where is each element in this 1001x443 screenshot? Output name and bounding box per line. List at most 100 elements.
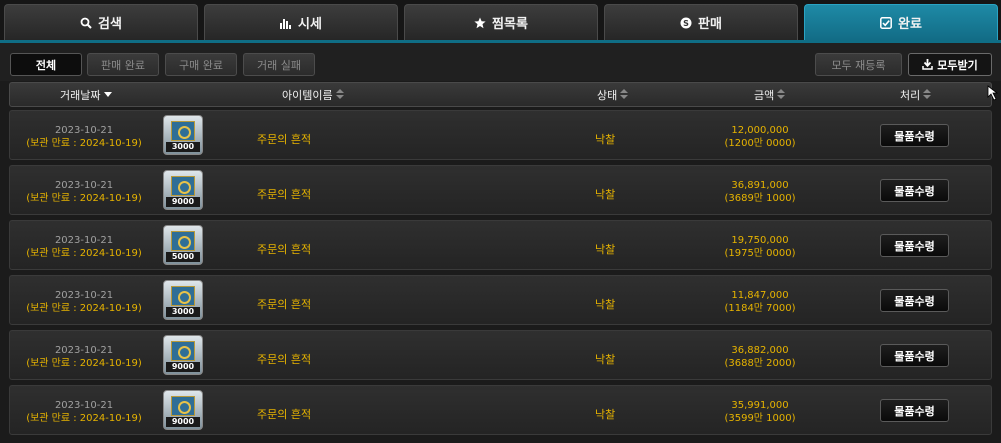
tab-price-label: 시세: [298, 17, 322, 32]
price-cell: 19,750,000 (1975만 0000): [700, 234, 820, 260]
svg-text:S: S: [683, 19, 689, 28]
trade-date: 2023-10-21: [54, 345, 114, 356]
price-korean: (1184만 7000): [724, 303, 796, 314]
receive-item-button[interactable]: 물품수령: [880, 179, 949, 202]
trade-status: 낙찰: [595, 408, 616, 421]
relist-all-button[interactable]: 모두 재등록: [815, 53, 902, 76]
tab-wishlist[interactable]: 찜목록: [404, 4, 598, 40]
tab-sell-label: 판매: [698, 17, 722, 32]
column-action[interactable]: 처리: [900, 83, 932, 106]
table-row: 2023-10-21 (보관 만료 : 2024-10-19) 3000 주문의 …: [9, 275, 992, 325]
sort-icon: [620, 89, 629, 100]
item-name: 주문의 흔적: [257, 133, 312, 146]
receive-item-button[interactable]: 물품수령: [880, 399, 949, 422]
price: 12,000,000: [731, 125, 789, 136]
column-action-label: 처리: [900, 88, 921, 102]
item-name: 주문의 흔적: [257, 298, 312, 311]
filter-trade-fail-button[interactable]: 거래 실패: [243, 53, 315, 76]
trade-status: 낙찰: [595, 188, 616, 201]
price: 36,882,000: [731, 345, 789, 356]
item-scroll-icon[interactable]: 9000: [163, 170, 203, 210]
price-cell: 35,991,000 (3599만 1000): [700, 399, 820, 425]
trade-date-cell: 2023-10-21 (보관 만료 : 2024-10-19): [10, 179, 158, 205]
price: 11,847,000: [731, 290, 789, 301]
receive-item-button[interactable]: 물품수령: [880, 234, 949, 257]
column-amount-label: 금액: [754, 88, 775, 102]
trade-date: 2023-10-21: [54, 400, 114, 411]
column-item[interactable]: 아이템이름: [282, 83, 344, 106]
filter-buy-done-button[interactable]: 구매 완료: [165, 53, 237, 76]
sort-icon: [777, 89, 786, 100]
column-amount[interactable]: 금액: [754, 83, 786, 106]
trade-date: 2023-10-21: [54, 125, 114, 136]
filter-sale-done-button[interactable]: 판매 완료: [87, 53, 159, 76]
trade-status: 낙찰: [595, 133, 616, 146]
item-count: 9000: [166, 417, 200, 427]
column-date-label: 거래날짜: [60, 88, 101, 102]
filter-bar: 전체 판매 완료 구매 완료 거래 실패 모두 재등록 모두받기: [0, 43, 1001, 81]
tab-price[interactable]: 시세: [204, 4, 398, 40]
column-status-label: 상태: [597, 88, 618, 102]
column-item-label: 아이템이름: [282, 88, 333, 102]
filter-all-button[interactable]: 전체: [10, 53, 82, 76]
price-cell: 12,000,000 (1200만 0000): [700, 124, 820, 150]
price-korean: (1975만 0000): [724, 248, 796, 259]
tab-completed[interactable]: 완료: [804, 4, 998, 40]
sort-icon: [335, 89, 344, 100]
trade-status: 낙찰: [595, 353, 616, 366]
table-row: 2023-10-21 (보관 만료 : 2024-10-19) 9000 주문의 …: [9, 385, 992, 435]
tab-search-label: 검색: [98, 17, 122, 32]
sort-desc-icon: [104, 92, 113, 97]
table-row: 2023-10-21 (보관 만료 : 2024-10-19) 9000 주문의 …: [9, 330, 992, 380]
star-icon: [474, 17, 486, 28]
storage-expiry: (보관 만료 : 2024-10-19): [26, 138, 142, 149]
tab-wishlist-label: 찜목록: [492, 17, 528, 32]
checkbox-icon: [880, 16, 892, 29]
table-row: 2023-10-21 (보관 만료 : 2024-10-19) 5000 주문의 …: [9, 220, 992, 270]
trade-date-cell: 2023-10-21 (보관 만료 : 2024-10-19): [10, 234, 158, 260]
sort-icon: [923, 89, 932, 100]
trade-date: 2023-10-21: [54, 290, 114, 301]
table-row: 2023-10-21 (보관 만료 : 2024-10-19) 3000 주문의 …: [9, 110, 992, 160]
receive-item-button[interactable]: 물품수령: [880, 124, 949, 147]
tab-sell[interactable]: S 판매: [604, 4, 798, 40]
price: 35,991,000: [731, 400, 789, 411]
trade-status: 낙찰: [595, 298, 616, 311]
item-count: 3000: [166, 307, 200, 317]
item-scroll-icon[interactable]: 5000: [163, 225, 203, 265]
item-name: 주문의 흔적: [257, 408, 312, 421]
receive-all-label: 모두받기: [937, 58, 978, 72]
price-korean: (3599만 1000): [724, 413, 796, 424]
tab-search[interactable]: 검색: [4, 4, 198, 40]
item-scroll-icon[interactable]: 3000: [163, 280, 203, 320]
receive-item-button[interactable]: 물품수령: [880, 289, 949, 312]
receive-all-button[interactable]: 모두받기: [908, 53, 992, 76]
item-scroll-icon[interactable]: 9000: [163, 390, 203, 430]
storage-expiry: (보관 만료 : 2024-10-19): [26, 358, 142, 369]
trade-date: 2023-10-21: [54, 180, 114, 191]
price-cell: 11,847,000 (1184만 7000): [700, 289, 820, 315]
storage-expiry: (보관 만료 : 2024-10-19): [26, 193, 142, 204]
table-row: 2023-10-21 (보관 만료 : 2024-10-19) 9000 주문의 …: [9, 165, 992, 215]
receive-item-button[interactable]: 물품수령: [880, 344, 949, 367]
table-header: 거래날짜 아이템이름 상태 금액 처리: [9, 82, 992, 107]
price-cell: 36,891,000 (3689만 1000): [700, 179, 820, 205]
price-korean: (1200만 0000): [724, 138, 796, 149]
item-count: 3000: [166, 142, 200, 152]
column-date[interactable]: 거래날짜: [60, 83, 113, 106]
tab-bar: 검색 시세 찜목록 S 판매 완료: [0, 0, 1001, 41]
trade-date-cell: 2023-10-21 (보관 만료 : 2024-10-19): [10, 289, 158, 315]
item-scroll-icon[interactable]: 3000: [163, 115, 203, 155]
tab-completed-label: 완료: [898, 17, 922, 32]
price-korean: (3689만 1000): [724, 193, 796, 204]
trade-date-cell: 2023-10-21 (보관 만료 : 2024-10-19): [10, 344, 158, 370]
trade-date: 2023-10-21: [54, 235, 114, 246]
price: 19,750,000: [731, 235, 789, 246]
storage-expiry: (보관 만료 : 2024-10-19): [26, 413, 142, 424]
item-name: 주문의 흔적: [257, 188, 312, 201]
item-count: 5000: [166, 252, 200, 262]
item-scroll-icon[interactable]: 9000: [163, 335, 203, 375]
trade-status: 낙찰: [595, 243, 616, 256]
price-cell: 36,882,000 (3688만 2000): [700, 344, 820, 370]
column-status[interactable]: 상태: [597, 83, 629, 106]
